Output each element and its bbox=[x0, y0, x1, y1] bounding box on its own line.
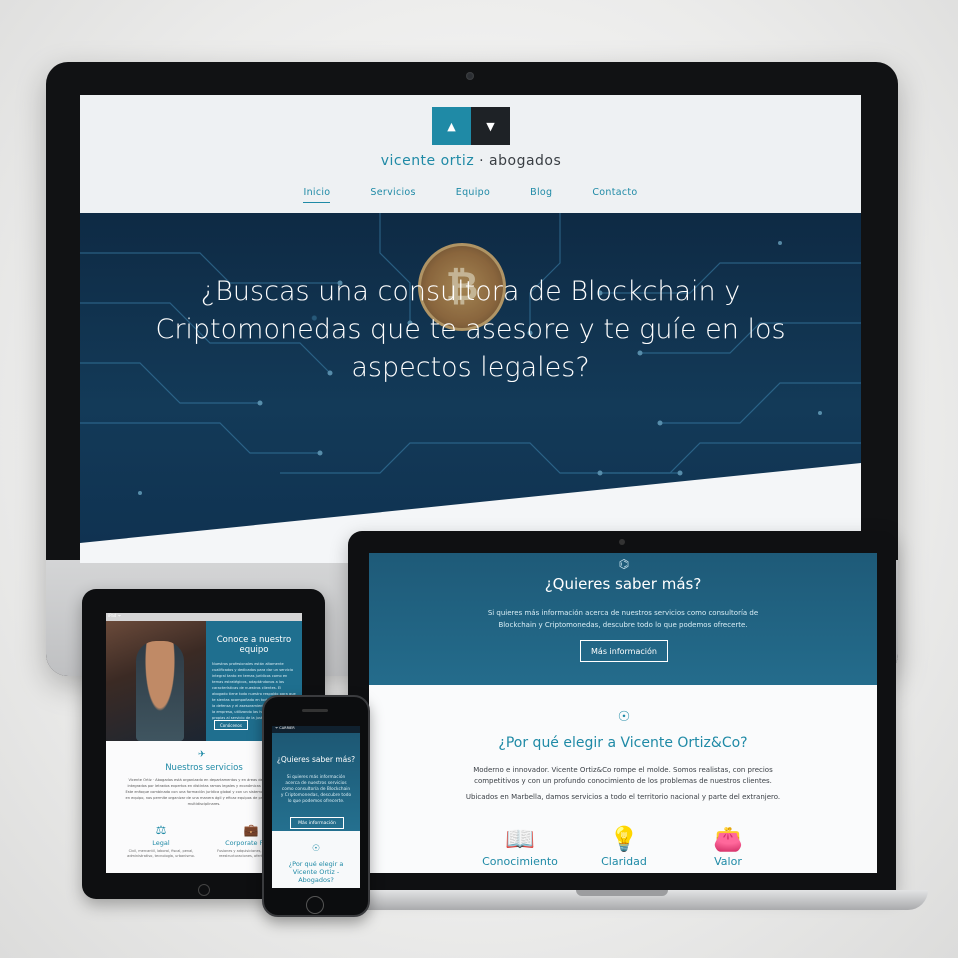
person-image bbox=[136, 641, 184, 741]
phone-speaker bbox=[302, 709, 328, 712]
nav-equipo[interactable]: Equipo bbox=[436, 187, 510, 198]
cta-text: Si quieres más información acerca de nue… bbox=[487, 609, 759, 629]
hero-diagonal-divider bbox=[80, 463, 861, 563]
nav-servicios[interactable]: Servicios bbox=[350, 187, 435, 198]
service-card-label: Legal bbox=[152, 839, 170, 847]
feature-knowledge: 📖 Conocimiento bbox=[465, 825, 575, 868]
team-photo bbox=[106, 621, 206, 741]
feature-label: Claridad bbox=[601, 855, 647, 868]
phone-why-title: ¿Por qué elegir a Vicente Ortiz - Abogad… bbox=[288, 860, 344, 884]
cta-section: ⌬ ¿Quieres saber más? Si quieres más inf… bbox=[369, 553, 877, 685]
service-card-legal[interactable]: ⚖ Legal Civil, mercantil, laboral, fisca… bbox=[126, 823, 196, 859]
phone-home-button bbox=[306, 896, 324, 914]
phone-more-info-button[interactable]: Más información bbox=[290, 817, 344, 829]
brand-first: vicente ortiz bbox=[380, 153, 475, 169]
phone-status-bar: ᯤ CARRIER bbox=[272, 726, 360, 733]
site-logo[interactable]: ▲ ▼ bbox=[432, 107, 510, 145]
logo-down-arrow-icon: ▼ bbox=[471, 107, 510, 145]
laptop-notch bbox=[576, 890, 668, 896]
lightbulb-icon: 💡 bbox=[609, 825, 639, 853]
nav-contacto[interactable]: Contacto bbox=[572, 187, 657, 198]
brand-name: vicente ortiz · abogados bbox=[330, 153, 612, 169]
phone-cta-section: ¿Quieres saber más? Si quieres más infor… bbox=[272, 733, 360, 831]
why-title: ¿Por qué elegir a Vicente Ortiz&Co? bbox=[498, 735, 748, 751]
nav-inicio[interactable]: Inicio bbox=[283, 187, 350, 203]
book-icon: 📖 bbox=[505, 825, 535, 853]
hero-section: ₿ ¿Buscas una consultora de Blockchain y… bbox=[80, 213, 861, 563]
team-title: Conoce a nuestro equipo bbox=[216, 635, 292, 655]
phone-cta-title: ¿Quieres saber más? bbox=[276, 755, 356, 764]
feature-clarity: 💡 Claridad bbox=[569, 825, 679, 868]
chip-icon: ⌬ bbox=[618, 557, 630, 571]
rocket-icon: ✈ bbox=[198, 750, 206, 760]
desktop-screen: ▲ ▼ vicente ortiz · abogados Inicio Serv… bbox=[80, 95, 861, 563]
monitor-camera bbox=[466, 72, 474, 80]
logo-up-arrow-icon: ▲ bbox=[432, 107, 471, 145]
tablet-status-bar: iPad ᯤ bbox=[106, 613, 302, 621]
more-info-button[interactable]: Más información bbox=[580, 640, 668, 662]
service-card-text: Civil, mercantil, laboral, fiscal, penal… bbox=[127, 849, 195, 858]
feature-label: Conocimiento bbox=[482, 855, 558, 868]
site-header: ▲ ▼ vicente ortiz · abogados Inicio Serv… bbox=[80, 95, 861, 213]
head-gear-icon: ☉ bbox=[617, 709, 631, 725]
phone-screen: ᯤ CARRIER ¿Quieres saber más? Si quieres… bbox=[272, 726, 360, 888]
team-button[interactable]: Conócenos bbox=[214, 720, 248, 730]
services-text: Vicente Ortiz · Abogados está organizado… bbox=[125, 778, 283, 806]
tablet-home-button bbox=[198, 884, 210, 896]
phone-cta-text: Si quieres más información acerca de nue… bbox=[280, 775, 352, 804]
brand-separator: · bbox=[474, 153, 490, 169]
brand-second: abogados bbox=[489, 153, 562, 169]
gavel-icon: ⚖ bbox=[155, 823, 167, 837]
feature-label: Valor bbox=[714, 855, 742, 868]
wallet-icon: 👛 bbox=[713, 825, 743, 853]
feature-value: 👛 Valor bbox=[673, 825, 783, 868]
why-paragraph-2: Ubicados en Marbella, damos servicios a … bbox=[465, 793, 781, 801]
phone-head-gear-icon: ☉ bbox=[311, 844, 321, 854]
cta-title: ¿Quieres saber más? bbox=[544, 575, 702, 593]
laptop-camera bbox=[619, 539, 625, 545]
main-nav: Inicio Servicios Equipo Blog Contacto bbox=[80, 187, 861, 203]
nav-blog[interactable]: Blog bbox=[510, 187, 572, 198]
laptop-screen: ⌬ ¿Quieres saber más? Si quieres más inf… bbox=[369, 553, 877, 873]
why-paragraph-1: Moderno e innovador. Vicente Ortiz&Co ro… bbox=[473, 766, 773, 785]
